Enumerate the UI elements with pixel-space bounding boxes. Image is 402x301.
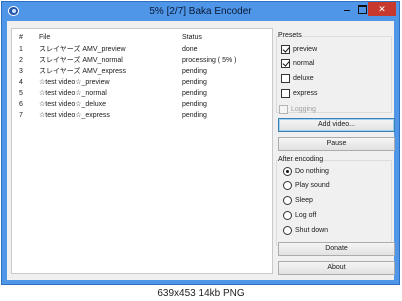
checkbox-checked-icon[interactable] — [281, 45, 290, 54]
row-num: 2 — [19, 57, 23, 64]
radio-unselected-icon[interactable] — [283, 211, 292, 220]
minimize-button[interactable] — [339, 2, 354, 16]
row-file: ☆test video☆_deluxe — [39, 101, 107, 108]
table-row[interactable]: 6 ☆test video☆_deluxe pending — [12, 99, 272, 110]
app-window: 5% [2/7] Baka Encoder ✕ # File Status 1 … — [1, 1, 400, 285]
radio-label: Log off — [295, 212, 317, 219]
checkbox-disabled-icon[interactable] — [279, 105, 288, 114]
column-header-num[interactable]: # — [19, 32, 39, 43]
row-file: ☆test video☆_normal — [39, 90, 107, 97]
title-bar[interactable]: 5% [2/7] Baka Encoder ✕ — [2, 2, 399, 21]
radio-unselected-icon[interactable] — [283, 196, 292, 205]
row-status: pending — [182, 68, 207, 75]
row-num: 5 — [19, 90, 23, 97]
presets-group: Presets preview normal deluxe express — [275, 28, 392, 114]
row-status: pending — [182, 101, 207, 108]
after-encoding-label: After encoding — [278, 156, 324, 163]
maximize-button[interactable] — [354, 2, 369, 16]
column-header-status[interactable]: Status — [182, 32, 270, 43]
radio-label: Shut down — [295, 227, 329, 234]
row-file: スレイヤーズ AMV_normal — [39, 57, 123, 64]
table-row[interactable]: 1 スレイヤーズ AMV_preview done — [12, 44, 272, 55]
preset-label: normal — [293, 60, 315, 67]
row-num: 4 — [19, 79, 23, 86]
image-caption: 639x453 14kb PNG — [0, 286, 402, 301]
preset-label: deluxe — [293, 75, 314, 82]
radio-unselected-icon[interactable] — [283, 181, 292, 190]
row-status: done — [182, 46, 198, 53]
row-status: processing ( 5% ) — [182, 57, 237, 64]
row-num: 1 — [19, 46, 23, 53]
radio-unselected-icon[interactable] — [283, 226, 292, 235]
table-row[interactable]: 5 ☆test video☆_normal pending — [12, 88, 272, 99]
client-area: # File Status 1 スレイヤーズ AMV_preview done … — [7, 21, 395, 280]
checkbox-unchecked-icon[interactable] — [281, 74, 290, 83]
radio-label: Do nothing — [295, 168, 329, 175]
row-num: 3 — [19, 68, 23, 75]
row-num: 6 — [19, 101, 23, 108]
presets-label: Presets — [278, 32, 302, 39]
preset-label: express — [293, 90, 318, 97]
donate-button[interactable]: Donate — [278, 242, 395, 256]
table-row[interactable]: 7 ☆test video☆_express pending — [12, 110, 272, 121]
row-status: pending — [182, 79, 207, 86]
radio-label: Sleep — [295, 197, 313, 204]
table-row[interactable]: 4 ☆test video☆_preview pending — [12, 77, 272, 88]
radio-selected-icon[interactable] — [283, 167, 292, 176]
row-file: ☆test video☆_preview — [39, 79, 110, 86]
close-icon: ✕ — [378, 4, 386, 14]
row-file: ☆test video☆_express — [39, 112, 110, 119]
row-num: 7 — [19, 112, 23, 119]
about-button[interactable]: About — [278, 261, 395, 275]
radio-label: Play sound — [295, 182, 330, 189]
close-button[interactable]: ✕ — [368, 2, 396, 16]
pause-button[interactable]: Pause — [278, 137, 395, 151]
logging-label: Logging — [291, 106, 316, 113]
checkbox-checked-icon[interactable] — [281, 59, 290, 68]
after-encoding-group: After encoding Do nothing Play sound Sle… — [275, 152, 392, 248]
table-row[interactable]: 2 スレイヤーズ AMV_normal processing ( 5% ) — [12, 55, 272, 66]
row-file: スレイヤーズ AMV_express — [39, 68, 126, 75]
file-list[interactable]: # File Status 1 スレイヤーズ AMV_preview done … — [11, 28, 273, 274]
table-row[interactable]: 3 スレイヤーズ AMV_express pending — [12, 66, 272, 77]
row-status: pending — [182, 112, 207, 119]
after-encoding-group-border — [276, 160, 392, 246]
add-video-button[interactable]: Add video... — [278, 118, 395, 132]
checkbox-unchecked-icon[interactable] — [281, 89, 290, 98]
row-file: スレイヤーズ AMV_preview — [39, 46, 126, 53]
preset-label: preview — [293, 46, 318, 53]
column-header-file[interactable]: File — [39, 32, 179, 43]
row-status: pending — [182, 90, 207, 97]
list-header: # File Status — [12, 32, 272, 43]
